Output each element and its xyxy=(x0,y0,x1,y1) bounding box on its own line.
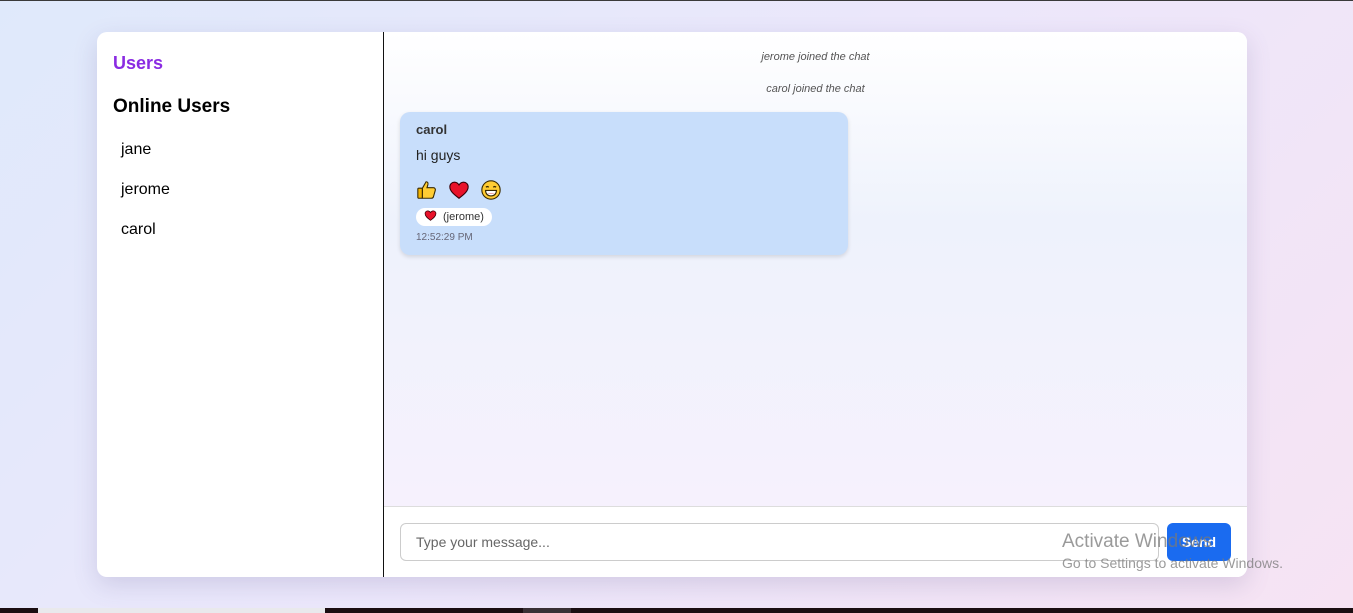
message-text: hi guys xyxy=(416,147,461,163)
window-top-border xyxy=(0,0,1353,1)
users-sidebar: Users Online Users jane jerome carol xyxy=(97,32,384,577)
chat-app: Users Online Users jane jerome carol jer… xyxy=(97,32,1247,577)
user-item-jane[interactable]: jane xyxy=(113,130,367,170)
chat-panel: jerome joined the chat carol joined the … xyxy=(384,32,1247,577)
user-item-jerome[interactable]: jerome xyxy=(113,170,367,210)
online-users-list: jane jerome carol xyxy=(113,130,367,250)
system-message: carol joined the chat xyxy=(766,83,865,95)
system-message: jerome joined the chat xyxy=(761,51,870,63)
message-composer: Send xyxy=(384,506,1247,577)
message-timestamp: 12:52:29 PM xyxy=(416,232,473,243)
heart-icon[interactable] xyxy=(448,179,470,201)
thumbs-up-icon[interactable] xyxy=(416,179,438,201)
message-list[interactable]: jerome joined the chat carol joined the … xyxy=(384,32,1247,506)
user-item-carol[interactable]: carol xyxy=(113,210,367,250)
message-sender: carol xyxy=(416,122,448,137)
reaction-chip[interactable]: (jerome) xyxy=(416,208,492,226)
message-bubble: carol hi guys (jerome) 12:52:29 PM xyxy=(400,112,848,255)
taskbar-item[interactable] xyxy=(523,608,571,613)
reaction-user-label: (jerome) xyxy=(443,211,484,223)
message-input[interactable] xyxy=(400,523,1159,561)
reaction-picker xyxy=(416,178,832,202)
online-users-heading: Online Users xyxy=(113,96,231,117)
send-button[interactable]: Send xyxy=(1167,523,1231,561)
taskbar-item[interactable] xyxy=(38,608,325,613)
laughing-face-icon[interactable] xyxy=(480,179,502,201)
sidebar-title: Users xyxy=(113,53,164,73)
heart-icon xyxy=(424,209,437,225)
